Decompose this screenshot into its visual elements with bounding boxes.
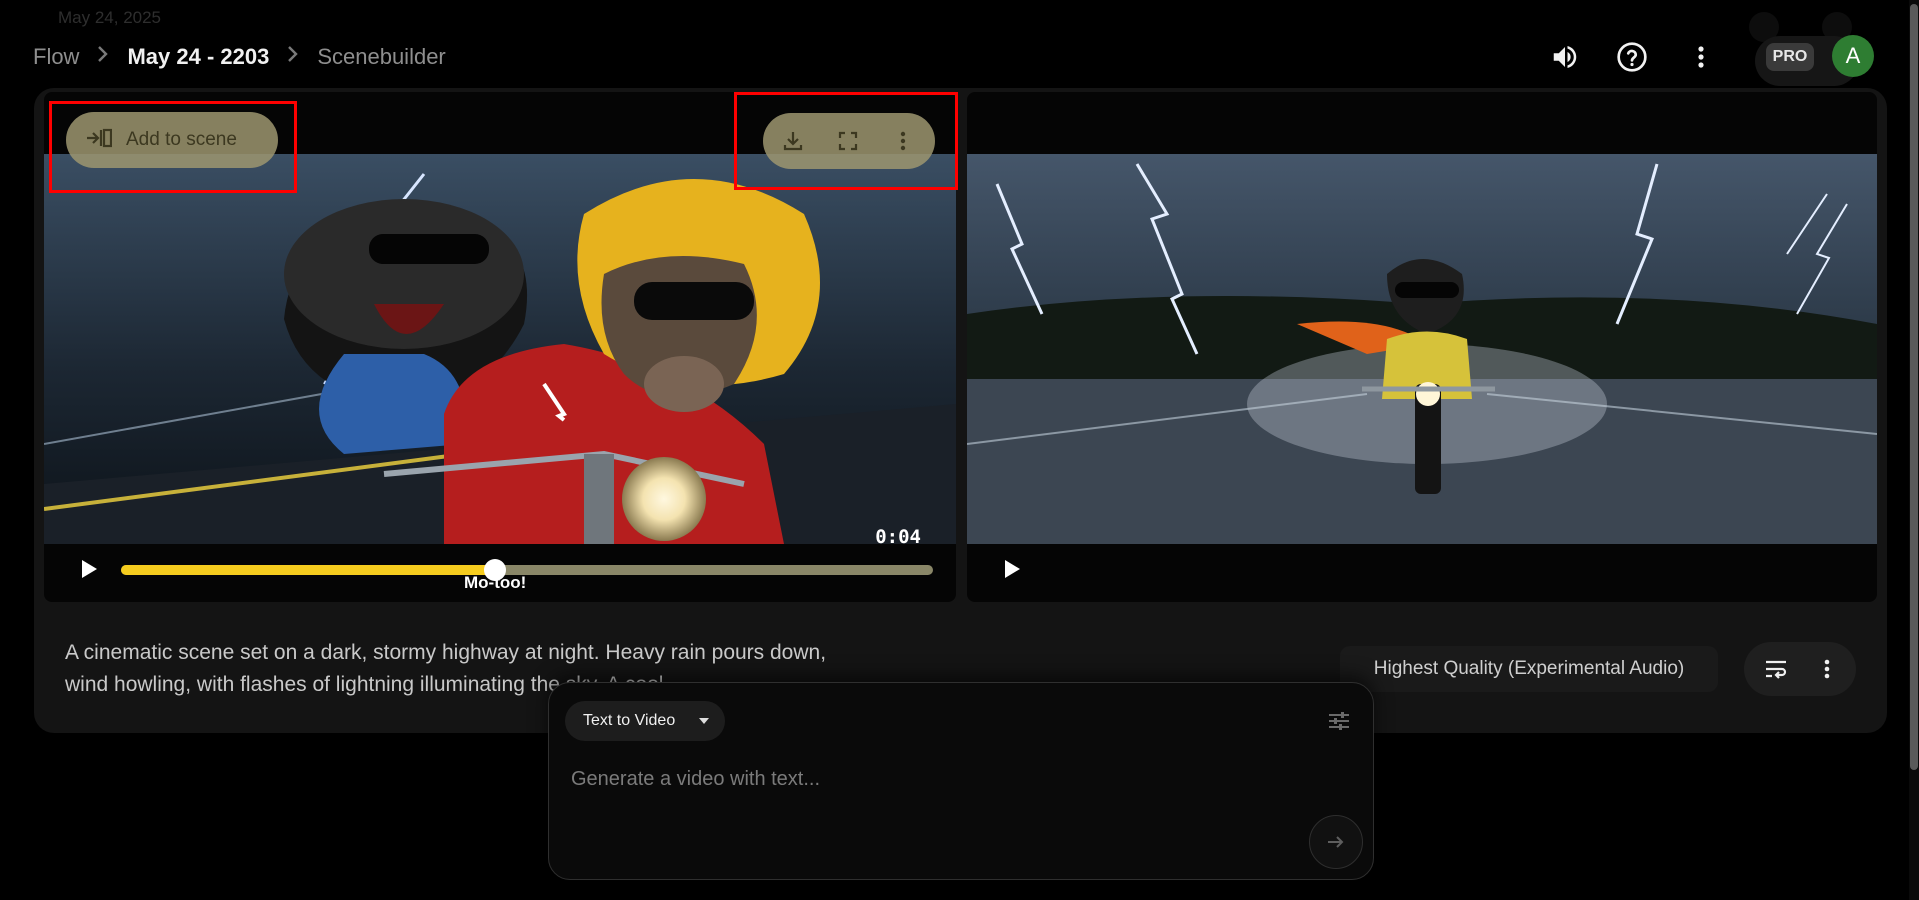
quality-setting[interactable]: Highest Quality (Experimental Audio) <box>1340 646 1718 692</box>
volume-icon[interactable] <box>1548 40 1582 74</box>
breadcrumb-scenebuilder: Scenebuilder <box>317 40 445 74</box>
chevron-right-icon <box>287 40 299 74</box>
caret-down-icon <box>699 718 709 724</box>
play-icon[interactable] <box>997 554 1027 584</box>
wrap-text-icon[interactable] <box>1762 656 1790 682</box>
help-icon[interactable] <box>1615 40 1649 74</box>
prompt-composer: Text to Video <box>548 682 1374 880</box>
video-still-image <box>44 154 956 544</box>
more-vert-icon[interactable] <box>1684 40 1718 74</box>
details-actions <box>1744 642 1856 696</box>
pro-badge: PRO <box>1766 43 1814 71</box>
tune-icon[interactable] <box>1325 707 1353 735</box>
play-icon[interactable] <box>74 554 104 584</box>
arrow-forward-icon[interactable] <box>1309 815 1363 869</box>
video-caption-text: Mo-too! <box>464 573 526 590</box>
video-still-image <box>967 154 1877 544</box>
video-clip-2[interactable] <box>967 92 1877 602</box>
page-scrollbar-thumb[interactable] <box>1910 4 1918 770</box>
mode-label: Text to Video <box>583 712 675 730</box>
breadcrumb-project-link[interactable]: May 24 - 2203 <box>127 40 269 74</box>
progress-fill <box>121 565 495 575</box>
breadcrumb: Flow May 24 - 2203 Scenebuilder <box>33 40 446 74</box>
highlight-box-add-to-scene <box>49 101 297 193</box>
more-vert-icon[interactable] <box>1816 656 1838 682</box>
player-controls <box>967 544 1877 602</box>
top-bar: May 24, 2025 Flow May 24 - 2203 Scenebui… <box>0 0 1919 96</box>
chevron-right-icon <box>97 40 109 74</box>
video-frame-1[interactable] <box>44 154 956 544</box>
highlight-box-clip-toolbar <box>734 92 958 190</box>
avatar[interactable]: A <box>1832 35 1874 77</box>
breadcrumb-flow-link[interactable]: Flow <box>33 40 79 74</box>
mode-dropdown[interactable]: Text to Video <box>565 701 725 741</box>
caption-peek: Mo-too! <box>464 556 544 590</box>
player-controls: Mo-too! <box>44 544 956 602</box>
faded-date-label: May 24, 2025 <box>58 8 161 28</box>
video-frame-2[interactable] <box>967 154 1877 544</box>
prompt-input[interactable] <box>569 761 1193 797</box>
